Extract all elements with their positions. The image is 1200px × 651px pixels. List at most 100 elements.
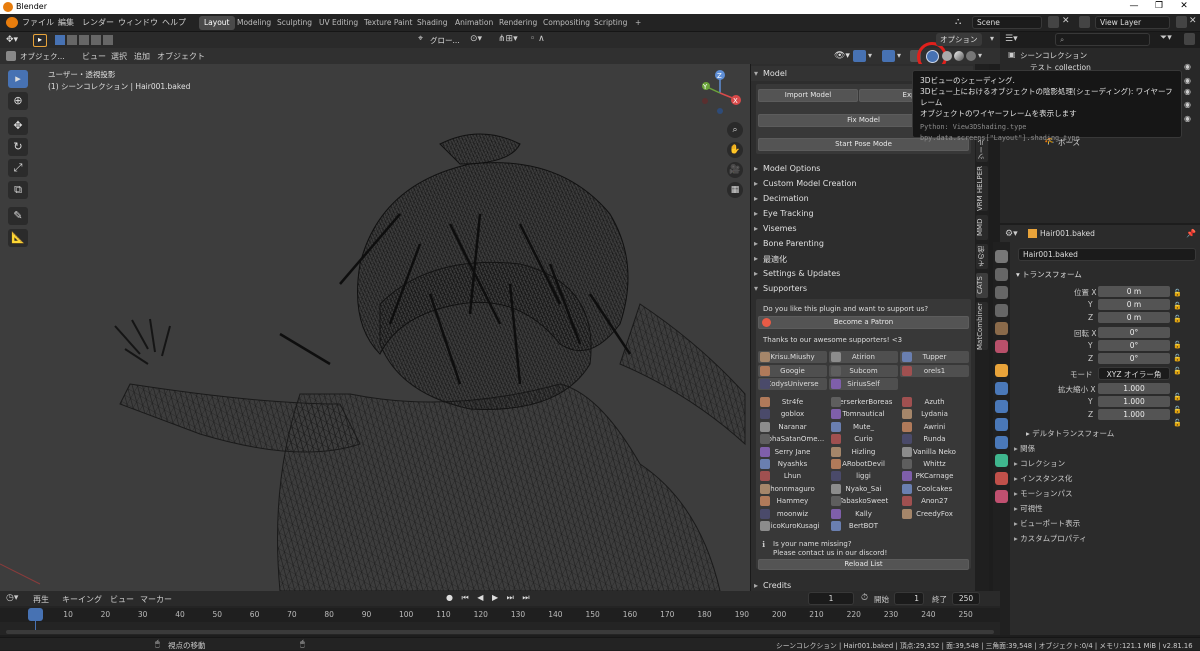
- scene-icon[interactable]: ⛬: [955, 17, 967, 28]
- delete-view-layer-icon[interactable]: ✕: [1189, 16, 1197, 26]
- supporter-item[interactable]: Str4fe: [758, 396, 827, 408]
- supporter-item[interactable]: liggi: [829, 470, 898, 482]
- supporter-item[interactable]: ARobotDevil: [829, 458, 898, 470]
- supporter-item[interactable]: PKCarnage: [900, 470, 969, 482]
- top-supporter-item[interactable]: CodysUniverse: [758, 378, 827, 390]
- supporter-item[interactable]: Whittz: [900, 458, 969, 470]
- delta-transform-section[interactable]: ▸ デルタトランスフォーム: [1026, 428, 1114, 439]
- panel-decimation[interactable]: Decimation: [751, 191, 973, 206]
- maximize-button[interactable]: ❐: [1147, 1, 1171, 11]
- import-model-button[interactable]: Import Model: [758, 89, 858, 102]
- section-instancing[interactable]: インスタンス化: [1014, 473, 1072, 484]
- new-view-layer-icon[interactable]: [1176, 16, 1187, 28]
- menu-add[interactable]: 追加: [134, 51, 150, 62]
- supporter-item[interactable]: Hammey: [758, 495, 827, 507]
- transform-orientation-dropdown[interactable]: グロー...: [430, 35, 460, 46]
- camera-icon[interactable]: 🎥: [727, 162, 743, 178]
- view-layer-props-icon[interactable]: [995, 304, 1008, 317]
- timeline-scrollbar[interactable]: [6, 630, 994, 634]
- supporter-item[interactable]: Serry Jane: [758, 446, 827, 458]
- menu-render[interactable]: レンダー: [82, 17, 114, 28]
- tab-uv-editing[interactable]: UV Editing: [314, 16, 363, 30]
- clock-icon[interactable]: ⏱: [861, 593, 868, 603]
- select-intersect-icon[interactable]: [103, 35, 113, 45]
- location-x-field[interactable]: 0 m: [1098, 286, 1170, 297]
- view-layer-icon[interactable]: [1079, 16, 1090, 28]
- select-tool-icon[interactable]: ▸: [33, 34, 47, 47]
- tab-rendering[interactable]: Rendering: [494, 16, 542, 30]
- proportional-edit-icon[interactable]: ◦ ∧: [530, 34, 545, 44]
- 3d-viewport[interactable]: ユーザー・透視投影 (1) シーンコレクション | Hair001.baked …: [0, 64, 750, 591]
- start-frame-field[interactable]: 1: [894, 592, 924, 605]
- rotate-tool-icon[interactable]: ↻: [8, 138, 28, 156]
- become-patron-button[interactable]: Become a Patron: [758, 316, 969, 329]
- output-props-icon[interactable]: [995, 286, 1008, 299]
- playback-controls[interactable]: ● ⏮ ◀ ▶ ⏭ ⏭: [446, 593, 533, 603]
- snap-icon[interactable]: ⋔⊞▾: [498, 34, 518, 44]
- supporter-item[interactable]: BertBOT: [829, 520, 898, 532]
- solid-shading-icon[interactable]: [942, 51, 952, 61]
- supporter-item[interactable]: Anon27: [900, 495, 969, 507]
- tab-matcombiner[interactable]: MatCombiner: [976, 302, 988, 350]
- add-workspace-button[interactable]: +: [630, 16, 646, 30]
- tab-mmd[interactable]: MMD: [976, 215, 988, 240]
- supporter-item[interactable]: Vanilla Neko: [900, 446, 969, 458]
- overlay-dropdown-icon[interactable]: ▾: [897, 51, 901, 60]
- move-tool-icon[interactable]: ✥: [8, 117, 28, 135]
- supporter-item[interactable]: NicoKuroKusagi: [758, 520, 827, 532]
- pin-icon[interactable]: 📌: [1186, 229, 1196, 238]
- outliner-editor-icon[interactable]: ☰▾: [1005, 34, 1018, 44]
- world-props-icon[interactable]: [995, 340, 1008, 353]
- transform-header[interactable]: ▾ トランスフォーム: [1016, 269, 1082, 280]
- top-supporter-item[interactable]: Googie: [758, 364, 827, 377]
- section-collections[interactable]: コレクション: [1014, 458, 1065, 469]
- gizmo-dropdown-icon[interactable]: ▾: [868, 51, 872, 60]
- navigation-gizmo[interactable]: Z X Y: [695, 69, 745, 117]
- menu-file[interactable]: ファイル: [22, 17, 54, 28]
- supporter-item[interactable]: honnmaguro: [758, 483, 827, 495]
- supporter-item[interactable]: Awrini: [900, 421, 969, 433]
- gizmo-toggle-icon[interactable]: [853, 50, 866, 62]
- timeline-menu-view[interactable]: ビュー: [110, 594, 134, 605]
- section-viewport-display[interactable]: ビューポート表示: [1014, 518, 1080, 529]
- supporter-item[interactable]: Nyako_Sai: [829, 483, 898, 495]
- visibility-icon[interactable]: 👁▾: [834, 51, 850, 61]
- annotate-tool-icon[interactable]: ✎: [8, 207, 28, 225]
- tab-compositing[interactable]: Compositing: [538, 16, 595, 30]
- tab-layout[interactable]: Layout: [199, 16, 235, 30]
- tab-scripting[interactable]: Scripting: [589, 16, 632, 30]
- supporter-item[interactable]: Lhun: [758, 470, 827, 482]
- panel-settings-updates[interactable]: Settings & Updates: [751, 266, 973, 281]
- panel-visemes[interactable]: Visemes: [751, 221, 973, 236]
- panel-custom-model-creation[interactable]: Custom Model Creation: [751, 176, 973, 191]
- location-z-field[interactable]: 0 m: [1098, 312, 1170, 323]
- mode-dropdown[interactable]: オブジェク...: [20, 51, 65, 62]
- select-new-icon[interactable]: [55, 35, 65, 45]
- supporter-item[interactable]: Hizling: [829, 446, 898, 458]
- supporter-item[interactable]: Curio: [829, 433, 898, 445]
- rotation-y-field[interactable]: 0°: [1098, 340, 1170, 351]
- current-frame-field[interactable]: 1: [808, 592, 854, 605]
- menu-help[interactable]: ヘルプ: [162, 17, 186, 28]
- new-collection-icon[interactable]: [1184, 33, 1195, 45]
- zoom-icon[interactable]: ⌕: [727, 122, 743, 138]
- timeline-editor-icon[interactable]: ◷▾: [6, 593, 18, 603]
- material-shading-icon[interactable]: [954, 51, 964, 61]
- transform-tool-icon[interactable]: ⧉: [8, 181, 28, 199]
- blender-menu-icon[interactable]: [6, 17, 18, 28]
- panel-bone-parenting[interactable]: Bone Parenting: [751, 236, 973, 251]
- rotation-z-field[interactable]: 0°: [1098, 353, 1170, 364]
- rendered-shading-icon[interactable]: [966, 51, 976, 61]
- shading-dropdown-icon[interactable]: ▾: [978, 51, 982, 60]
- visibility-eye-icon-1[interactable]: ◉: [1184, 62, 1191, 71]
- properties-editor-icon[interactable]: ⚙▾: [1005, 229, 1018, 239]
- top-supporter-item[interactable]: Tupper: [900, 351, 969, 363]
- top-supporter-item[interactable]: orels1: [900, 364, 969, 377]
- location-y-field[interactable]: 0 m: [1098, 299, 1170, 310]
- scene-field[interactable]: Scene: [972, 16, 1042, 29]
- supporter-item[interactable]: TabaskoSweet: [829, 495, 898, 507]
- lock-icons[interactable]: 🔓 🔓 🔓 🔓 🔓 🔓 🔓 🔓 🔓: [1173, 287, 1182, 430]
- supporter-item[interactable]: goblox: [758, 408, 827, 420]
- scale-x-field[interactable]: 1.000: [1098, 383, 1170, 394]
- visibility-eye-icon-5[interactable]: ◉: [1184, 114, 1191, 123]
